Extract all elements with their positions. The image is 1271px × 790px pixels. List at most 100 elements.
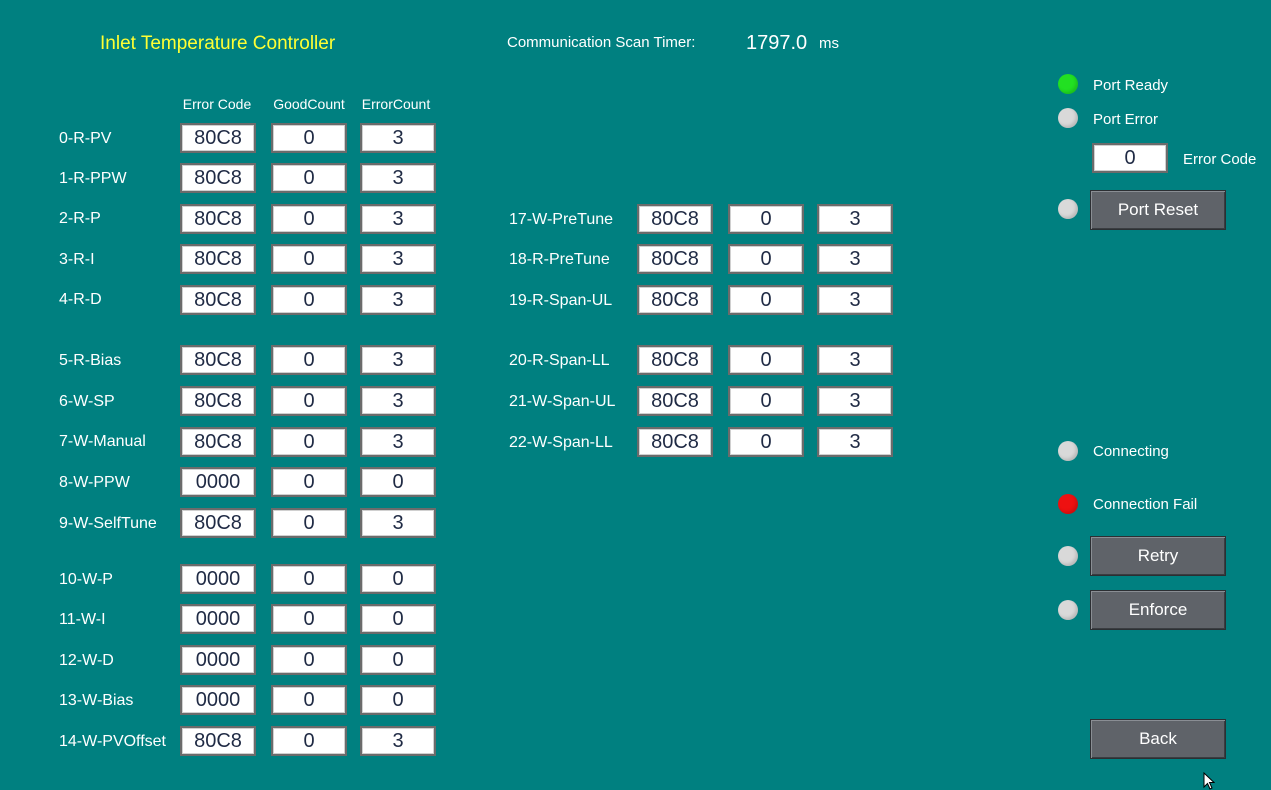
port-error-label: Port Error <box>1093 111 1159 128</box>
error-count-field[interactable]: 3 <box>817 386 893 416</box>
connecting-label: Connecting <box>1093 443 1169 460</box>
port-error-indicator <box>1058 108 1078 128</box>
error-code-field[interactable]: 80C8 <box>180 163 256 193</box>
error-code-field[interactable]: 80C8 <box>637 244 713 274</box>
error-count-field[interactable]: 3 <box>360 163 436 193</box>
good-count-field[interactable]: 0 <box>728 345 804 375</box>
error-code-field[interactable]: 0000 <box>180 604 256 634</box>
error-code-field[interactable]: 80C8 <box>637 345 713 375</box>
row-label: 11-W-I <box>59 611 106 628</box>
error-code-field[interactable]: 80C8 <box>637 427 713 457</box>
good-count-field[interactable]: 0 <box>271 604 347 634</box>
error-code-field[interactable]: 80C8 <box>180 508 256 538</box>
good-count-field[interactable]: 0 <box>271 685 347 715</box>
port-reset-indicator <box>1058 199 1078 219</box>
error-count-field[interactable]: 0 <box>360 564 436 594</box>
good-count-field[interactable]: 0 <box>728 204 804 234</box>
error-count-field[interactable]: 3 <box>360 285 436 315</box>
error-code-label: Error Code <box>1183 151 1257 168</box>
enforce-button[interactable]: Enforce <box>1090 590 1226 630</box>
error-code-field[interactable]: 80C8 <box>180 386 256 416</box>
error-count-field[interactable]: 3 <box>817 204 893 234</box>
good-count-field[interactable]: 0 <box>271 508 347 538</box>
good-count-field[interactable]: 0 <box>271 564 347 594</box>
connection-fail-indicator <box>1058 494 1078 514</box>
error-count-field[interactable]: 0 <box>360 685 436 715</box>
good-count-field[interactable]: 0 <box>728 386 804 416</box>
error-count-field[interactable]: 3 <box>360 345 436 375</box>
error-code-field[interactable]: 80C8 <box>180 204 256 234</box>
good-count-field[interactable]: 0 <box>728 285 804 315</box>
row-label: 3-R-I <box>59 251 95 268</box>
error-count-field[interactable]: 0 <box>360 467 436 497</box>
good-count-field[interactable]: 0 <box>271 204 347 234</box>
good-count-field[interactable]: 0 <box>271 386 347 416</box>
error-count-field[interactable]: 3 <box>817 345 893 375</box>
good-count-field[interactable]: 0 <box>271 467 347 497</box>
row-label: 6-W-SP <box>59 393 115 410</box>
good-count-field[interactable]: 0 <box>271 163 347 193</box>
error-count-field[interactable]: 3 <box>360 726 436 756</box>
error-count-field[interactable]: 3 <box>360 244 436 274</box>
error-count-field[interactable]: 3 <box>360 204 436 234</box>
row-label: 12-W-D <box>59 652 114 669</box>
error-code-field[interactable]: 80C8 <box>180 285 256 315</box>
error-code-field[interactable]: 80C8 <box>637 285 713 315</box>
port-ready-indicator <box>1058 74 1078 94</box>
good-count-field[interactable]: 0 <box>271 285 347 315</box>
port-reset-button[interactable]: Port Reset <box>1090 190 1226 230</box>
row-label: 22-W-Span-LL <box>509 434 613 451</box>
column-header-error-code: Error Code <box>182 96 252 112</box>
row-label: 19-R-Span-UL <box>509 292 613 309</box>
error-count-field[interactable]: 0 <box>360 604 436 634</box>
error-count-field[interactable]: 3 <box>817 427 893 457</box>
row-label: 18-R-PreTune <box>509 251 610 268</box>
row-label: 1-R-PPW <box>59 170 127 187</box>
connection-fail-label: Connection Fail <box>1093 496 1198 513</box>
row-label: 7-W-Manual <box>59 433 146 450</box>
row-label: 21-W-Span-UL <box>509 393 616 410</box>
row-label: 8-W-PPW <box>59 474 130 491</box>
error-code-field[interactable]: 80C8 <box>637 386 713 416</box>
row-label: 4-R-D <box>59 291 102 308</box>
row-label: 14-W-PVOffset <box>59 733 166 750</box>
row-label: 9-W-SelfTune <box>59 515 157 532</box>
error-count-field[interactable]: 3 <box>360 386 436 416</box>
error-code-field[interactable]: 0000 <box>180 564 256 594</box>
error-count-field[interactable]: 3 <box>817 285 893 315</box>
error-code-field[interactable]: 0000 <box>180 685 256 715</box>
error-code-field[interactable]: 80C8 <box>180 427 256 457</box>
error-code-field[interactable]: 80C8 <box>637 204 713 234</box>
error-code-field[interactable]: 80C8 <box>180 123 256 153</box>
row-label: 0-R-PV <box>59 130 112 147</box>
error-code-field[interactable]: 80C8 <box>180 345 256 375</box>
back-button[interactable]: Back <box>1090 719 1226 759</box>
good-count-field[interactable]: 0 <box>728 427 804 457</box>
error-count-field[interactable]: 3 <box>360 123 436 153</box>
row-label: 20-R-Span-LL <box>509 352 610 369</box>
good-count-field[interactable]: 0 <box>271 726 347 756</box>
good-count-field[interactable]: 0 <box>271 345 347 375</box>
good-count-field[interactable]: 0 <box>271 244 347 274</box>
port-ready-label: Port Ready <box>1093 77 1169 94</box>
error-code-field[interactable]: 80C8 <box>180 244 256 274</box>
good-count-field[interactable]: 0 <box>271 427 347 457</box>
column-header-good-count: GoodCount <box>273 96 345 112</box>
error-count-field[interactable]: 0 <box>360 645 436 675</box>
row-label: 2-R-P <box>59 210 101 227</box>
error-code-field[interactable]: 0 <box>1092 143 1168 173</box>
error-code-field[interactable]: 80C8 <box>180 726 256 756</box>
retry-button[interactable]: Retry <box>1090 536 1226 576</box>
error-count-field[interactable]: 3 <box>360 427 436 457</box>
good-count-field[interactable]: 0 <box>728 244 804 274</box>
error-code-field[interactable]: 0000 <box>180 645 256 675</box>
error-count-field[interactable]: 3 <box>817 244 893 274</box>
error-count-field[interactable]: 3 <box>360 508 436 538</box>
good-count-field[interactable]: 0 <box>271 123 347 153</box>
error-code-field[interactable]: 0000 <box>180 467 256 497</box>
row-label: 10-W-P <box>59 571 113 588</box>
connecting-indicator <box>1058 441 1078 461</box>
scan-timer-value: 1797.0 <box>746 32 808 54</box>
mouse-cursor-icon <box>1203 772 1215 790</box>
good-count-field[interactable]: 0 <box>271 645 347 675</box>
